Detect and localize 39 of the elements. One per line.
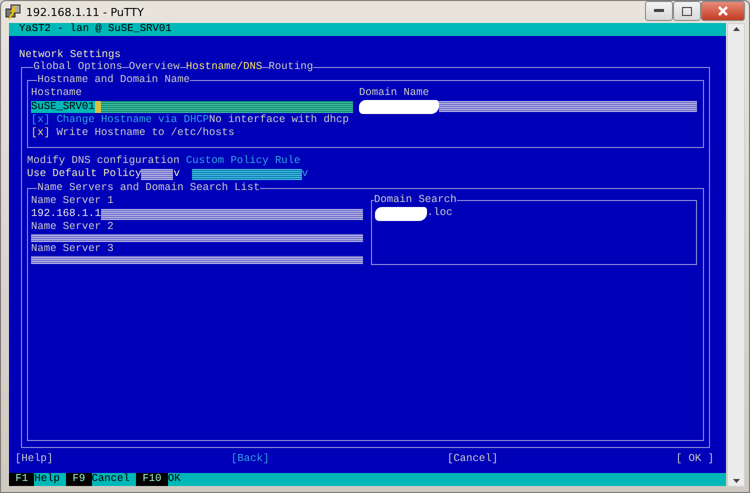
key-label: F9 [66,473,92,486]
field-label: Name Server 2 [31,220,115,234]
field-label: Hostname [31,86,83,100]
policy-dropdown[interactable]: Use Default Policy v [27,168,180,181]
maximize-button[interactable] [673,1,701,21]
key-action[interactable]: Cancel [92,473,136,486]
window-title: 192.168.1.11 - PuTTY [26,6,145,18]
checkbox[interactable]: [x] Write Hostname to /etc/hosts [31,126,234,140]
putty-icon [5,4,21,20]
terminal-button[interactable]: [Help] [15,453,54,466]
key-label: F1 [9,473,34,486]
tab[interactable]: Global Options [33,61,122,74]
redaction-mark [375,206,427,221]
dns-label: Modify DNS configuration Custom Policy Rule [27,155,302,168]
minimize-button[interactable] [645,1,673,21]
scrollbar[interactable] [727,23,745,487]
list-item[interactable]: .loc [427,207,452,220]
tab[interactable]: Routing [268,61,314,74]
name-server-field[interactable] [31,234,363,242]
maximize-icon[interactable] [682,6,692,16]
hostname-field[interactable]: SuSE_SRV01 [31,100,353,113]
key-action[interactable]: OK [168,473,187,486]
key-label: F10 [136,473,168,486]
terminal-button[interactable]: [ OK ] [676,453,714,466]
field-label: Name Server 1 [31,194,115,208]
name-server-field[interactable]: 192.168.1.1 [31,208,363,220]
close-button[interactable] [701,1,745,21]
name-server-field[interactable] [31,256,363,264]
status-note: No interface with dhcp [209,114,349,127]
field-label: Domain Name [359,86,430,100]
close-icon[interactable] [717,6,729,16]
page-heading: Network Settings [19,48,122,61]
terminal-title-bar: YaST2 - lan @ SuSE_SRV01 [9,23,726,36]
terminal-button[interactable]: [Cancel] [447,453,498,466]
field-label: Name Server 3 [31,242,115,256]
domain-name-field[interactable] [439,101,697,112]
minimize-icon[interactable] [654,9,664,13]
key-action[interactable]: Help [34,473,66,486]
custom-rule-label: Custom Policy Rule [186,155,300,168]
